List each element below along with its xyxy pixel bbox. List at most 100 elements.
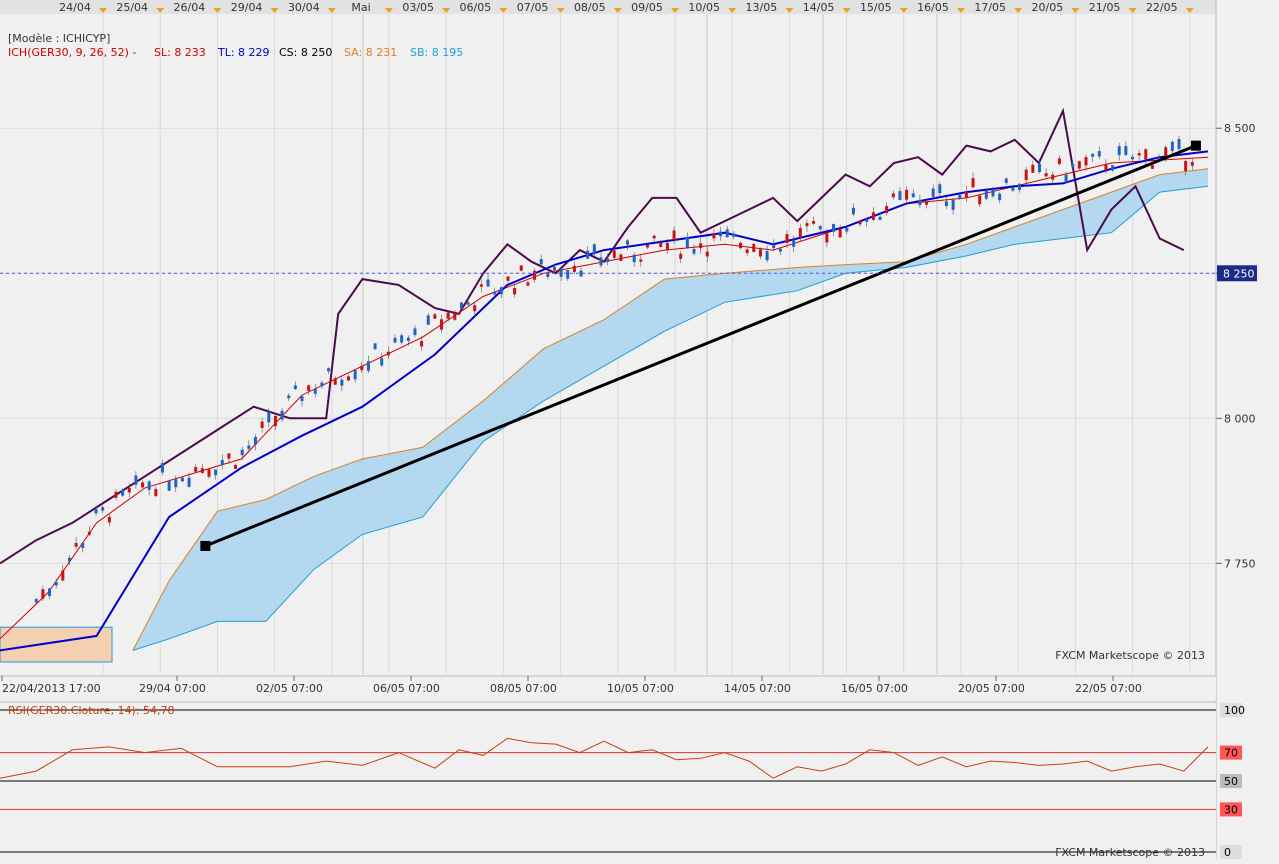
candle-body xyxy=(473,305,477,312)
candle-body xyxy=(61,570,65,581)
rsi-axis-label: 100 xyxy=(1224,704,1245,717)
candle-body xyxy=(712,233,716,239)
candle-body xyxy=(300,396,304,402)
candle-body xyxy=(785,234,789,243)
candle-body xyxy=(639,259,643,262)
candle-body xyxy=(732,233,736,237)
chart-window: 24/04 25/04 26/04 29/04 30/04 Mai 03/05 06/05 07… xyxy=(0,0,1279,860)
candle-body xyxy=(67,557,71,562)
cloud-bearish xyxy=(0,626,113,663)
candle-body xyxy=(234,465,238,469)
candle-body xyxy=(214,469,218,476)
candle-body xyxy=(918,199,922,206)
candle-body xyxy=(964,191,968,198)
candle-body xyxy=(220,459,224,465)
candle-body xyxy=(307,385,311,391)
candle-body xyxy=(154,489,158,497)
candle-body xyxy=(313,389,317,394)
candle-body xyxy=(798,228,802,238)
candle-body xyxy=(825,233,829,243)
candle-body xyxy=(652,235,656,239)
candle-body xyxy=(333,378,337,385)
candle-body xyxy=(991,189,995,197)
price-tick-label: 7 750 xyxy=(1224,557,1256,570)
candle-body xyxy=(87,531,91,535)
candle-body xyxy=(194,467,198,472)
candle-body xyxy=(533,270,537,280)
top-date-label: 22/05 xyxy=(1146,1,1178,14)
candle-body xyxy=(280,410,284,420)
candle-body xyxy=(340,379,344,386)
candle-body xyxy=(1124,146,1128,155)
candle-body xyxy=(101,507,105,511)
candle-body xyxy=(366,361,370,371)
candle-body xyxy=(739,242,743,249)
candle-body xyxy=(812,221,816,224)
current-price-label: 8 250 xyxy=(1223,267,1255,280)
top-date-label: 06/05 xyxy=(460,1,492,14)
time-label: 08/05 07:00 xyxy=(490,682,557,695)
candle-body xyxy=(519,265,523,271)
rsi-axis-label: 70 xyxy=(1224,747,1238,760)
candle-body xyxy=(227,453,231,459)
ichimoku-chart[interactable]: 24/04 25/04 26/04 29/04 30/04 Mai 03/05 06/05 07… xyxy=(0,0,1279,860)
candle-body xyxy=(586,250,590,259)
candle-body xyxy=(871,212,875,220)
candle-body xyxy=(360,365,364,371)
candle-body xyxy=(665,242,669,250)
tl-value: TL: 8 229 xyxy=(217,46,270,59)
candle-body xyxy=(845,228,849,232)
top-date-label: 20/05 xyxy=(1032,1,1064,14)
rsi-axis-label: 30 xyxy=(1224,803,1238,816)
candle-body xyxy=(386,351,390,356)
candle-body xyxy=(180,477,184,482)
trendline-handle-start xyxy=(200,540,211,551)
candle-body xyxy=(1031,164,1035,173)
candle-body xyxy=(426,315,430,325)
candle-body xyxy=(566,270,570,279)
candle-body xyxy=(938,184,942,194)
candle-body xyxy=(200,468,204,473)
candle-body xyxy=(433,314,437,319)
candle-body xyxy=(1144,149,1148,160)
sb-value: SB: 8 195 xyxy=(410,46,463,59)
candle-body xyxy=(552,267,556,271)
candle-body xyxy=(127,487,131,493)
candle-body xyxy=(1184,161,1188,171)
candle-body xyxy=(94,509,98,514)
candle-body xyxy=(925,201,929,205)
candle-body xyxy=(1190,162,1194,166)
candle-body xyxy=(1137,153,1141,156)
candle-body xyxy=(506,276,510,281)
candle-body xyxy=(1077,161,1081,169)
candle-body xyxy=(659,242,663,247)
candle-body xyxy=(207,469,211,477)
candle-body xyxy=(971,178,975,188)
top-date-label: 08/05 xyxy=(574,1,606,14)
time-label: 22/05 07:00 xyxy=(1075,682,1142,695)
time-label: 20/05 07:00 xyxy=(958,682,1025,695)
time-label: 14/05 07:00 xyxy=(724,682,791,695)
sl-value: SL: 8 233 xyxy=(154,46,206,59)
candle-body xyxy=(273,415,277,427)
candle-body xyxy=(107,516,111,523)
rsi-legend: RSI(GER30.Cloture, 14): 54,78 xyxy=(8,704,175,717)
rsi-axis-label: 0 xyxy=(1224,846,1231,859)
time-label: 02/05 07:00 xyxy=(256,682,323,695)
cs-value: CS: 8 250 xyxy=(279,46,332,59)
candle-body xyxy=(453,313,457,320)
candle-body xyxy=(679,253,683,259)
candle-body xyxy=(772,244,776,249)
candle-body xyxy=(247,445,251,449)
rsi-axis-label: 50 xyxy=(1224,775,1238,788)
candle-body xyxy=(1084,157,1088,166)
candle-body xyxy=(54,581,58,586)
candle-body xyxy=(41,589,45,599)
candle-body xyxy=(81,542,85,548)
candle-body xyxy=(34,599,38,603)
candle-body xyxy=(48,588,52,596)
candle-body xyxy=(167,481,171,491)
candle-body xyxy=(692,248,696,254)
candle-body xyxy=(459,302,463,309)
candle-body xyxy=(1131,156,1134,160)
